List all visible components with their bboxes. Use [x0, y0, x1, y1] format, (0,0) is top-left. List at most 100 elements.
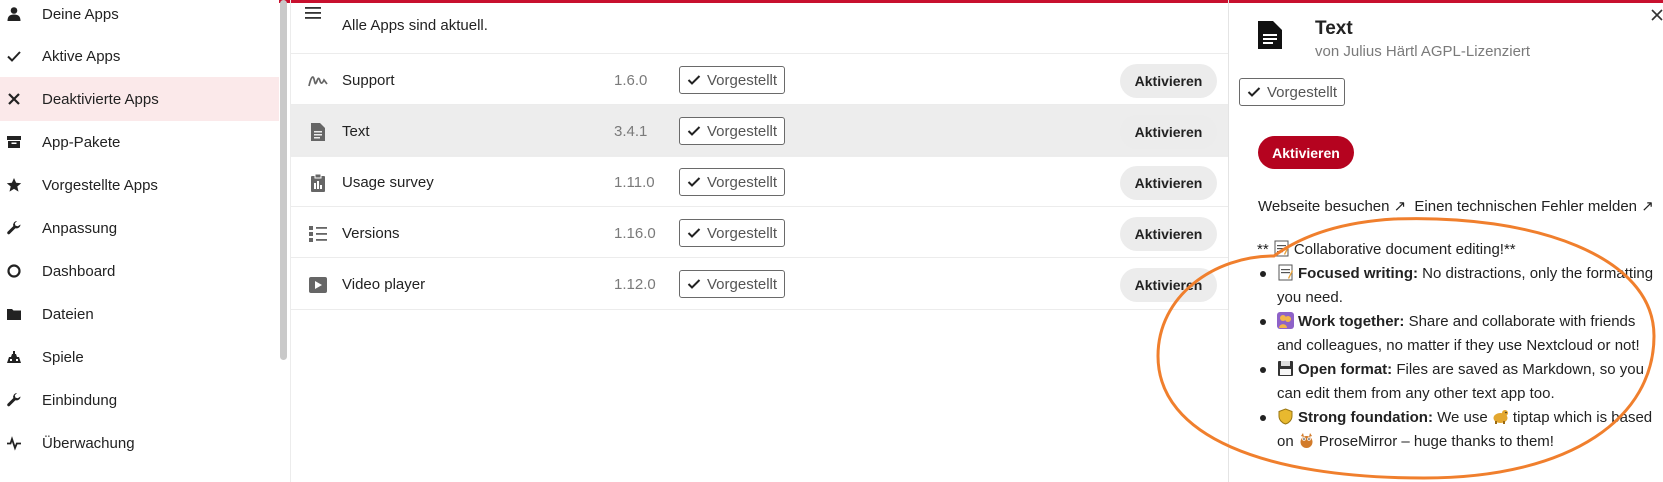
app-name[interactable]: Text: [342, 123, 370, 140]
app-name[interactable]: Versions: [342, 225, 400, 242]
badge-label: Vorgestellt: [707, 224, 778, 242]
app-version: 1.11.0: [614, 174, 655, 191]
app-author-license: von Julius Härtl AGPL-Lizenziert: [1315, 43, 1531, 60]
app-name[interactable]: Support: [342, 72, 395, 89]
app-version: 1.16.0: [614, 225, 656, 242]
visit-website-link[interactable]: Webseite besuchen ↗: [1258, 198, 1406, 215]
feature-item: Strong foundation: We use tiptap which i…: [1257, 406, 1657, 454]
sidebar-item-label: Aktive Apps: [42, 47, 121, 65]
sidebar-item-dashboard[interactable]: Dashboard: [0, 249, 279, 293]
circle-icon: [5, 262, 23, 280]
featured-badge: Vorgestellt: [1239, 78, 1346, 106]
sidebar-item-label: App-Pakete: [42, 133, 121, 151]
sidebar-item-dateien[interactable]: Dateien: [0, 292, 279, 336]
app-version: 1.12.0: [614, 276, 656, 293]
sidebar-item-label: Anpassung: [42, 219, 118, 237]
feature-text: ProseMirror – huge thanks to them!: [1318, 433, 1554, 450]
sidebar-item-deaktivierte-apps[interactable]: Deaktivierte Apps: [0, 77, 279, 121]
folder-icon: [5, 305, 23, 323]
detail-links: Webseite besuchen ↗ Einen technischen Fe…: [1258, 197, 1658, 215]
sidebar-item-label: Spiele: [42, 348, 84, 366]
document-icon: [1256, 20, 1284, 50]
activate-button[interactable]: Aktivieren: [1120, 115, 1217, 149]
sidebar-item-app-pakete[interactable]: App-Pakete: [0, 120, 279, 164]
signature-icon: [308, 71, 328, 91]
feature-title: Strong foundation:: [1298, 409, 1433, 426]
feature-title: Work together:: [1298, 313, 1405, 330]
featured-badge: Vorgestellt: [679, 270, 786, 298]
app-row-text[interactable]: Text 3.4.1 Vorgestellt Aktivieren: [291, 104, 1228, 157]
clipboard-icon: [308, 173, 328, 193]
app-detail-panel: Text von Julius Härtl AGPL-Lizenziert Vo…: [1229, 0, 1663, 482]
sidebar-item-ueberwachung[interactable]: Überwachung: [0, 421, 279, 465]
check-icon: [1247, 87, 1261, 97]
close-icon[interactable]: [1650, 8, 1663, 22]
app-row-video-player[interactable]: Video player 1.12.0 Vorgestellt Aktivier…: [291, 257, 1228, 310]
user-icon: [5, 5, 23, 23]
update-status: Alle Apps sind aktuell.: [342, 17, 488, 34]
featured-badge: Vorgestellt: [679, 168, 786, 196]
app-version: 3.4.1: [614, 123, 648, 140]
featured-badge: Vorgestellt: [679, 219, 786, 247]
check-icon: [687, 75, 701, 85]
feature-item: Work together: Share and collaborate wit…: [1257, 310, 1657, 358]
badge-label: Vorgestellt: [707, 173, 778, 191]
sidebar-scrollbar[interactable]: [280, 0, 287, 360]
description-intro: ** Collaborative document editing!**: [1257, 238, 1516, 262]
app-list: Alle Apps sind aktuell. Support 1.6.0 Vo…: [291, 0, 1228, 482]
app-version: 1.6.0: [614, 72, 648, 89]
feature-title: Focused writing:: [1298, 265, 1418, 282]
app-title: Text: [1315, 18, 1353, 39]
intro-prefix: **: [1257, 241, 1273, 258]
sidebar-item-deine-apps[interactable]: Deine Apps: [0, 0, 279, 36]
badge-label: Vorgestellt: [707, 122, 778, 140]
list-icon: [308, 224, 328, 244]
prosemirror-emoji-icon: [1300, 433, 1313, 448]
sidebar-item-label: Dashboard: [42, 262, 116, 280]
shield-emoji-icon: [1278, 408, 1293, 425]
memo-emoji-icon: [1278, 264, 1293, 281]
sidebar-item-einbindung[interactable]: Einbindung: [0, 378, 279, 422]
feature-item: Focused writing: No distractions, only t…: [1257, 262, 1657, 310]
sidebar-item-spiele[interactable]: Spiele: [0, 335, 279, 379]
sidebar-item-aktive-apps[interactable]: Aktive Apps: [0, 34, 279, 78]
app-row-support[interactable]: Support 1.6.0 Vorgestellt Aktivieren: [291, 53, 1228, 106]
feature-title: Open format:: [1298, 361, 1393, 378]
check-icon: [687, 177, 701, 187]
menu-toggle-icon[interactable]: [305, 6, 321, 19]
star-icon: [5, 176, 23, 194]
badge-label: Vorgestellt: [707, 275, 778, 293]
check-icon: [687, 228, 701, 238]
badge-label: Vorgestellt: [707, 71, 778, 89]
check-icon: [5, 47, 23, 65]
document-icon: [308, 122, 328, 142]
check-icon: [687, 279, 701, 289]
activate-button[interactable]: Aktivieren: [1120, 217, 1217, 251]
app-row-usage-survey[interactable]: Usage survey 1.11.0 Vorgestellt Aktivier…: [291, 155, 1228, 208]
activate-button[interactable]: Aktivieren: [1258, 136, 1354, 169]
gamepad-icon: [5, 348, 23, 366]
sidebar-item-label: Dateien: [42, 305, 94, 323]
badge-label: Vorgestellt: [1267, 83, 1338, 101]
memo-emoji-icon: [1274, 240, 1289, 257]
app-name[interactable]: Video player: [342, 276, 425, 293]
check-icon: [687, 126, 701, 136]
sidebar-item-label: Vorgestellte Apps: [42, 176, 158, 194]
app-row-versions[interactable]: Versions 1.16.0 Vorgestellt Aktivieren: [291, 206, 1228, 259]
sidebar-item-anpassung[interactable]: Anpassung: [0, 206, 279, 250]
sidebar-item-label: Deaktivierte Apps: [42, 90, 159, 108]
pulse-icon: [5, 434, 23, 452]
app-name[interactable]: Usage survey: [342, 174, 434, 191]
activate-button[interactable]: Aktivieren: [1120, 166, 1217, 200]
report-bug-link[interactable]: Einen technischen Fehler melden ↗: [1414, 198, 1653, 215]
wrench-icon: [5, 391, 23, 409]
sidebar-item-vorgestellte-apps[interactable]: Vorgestellte Apps: [0, 163, 279, 207]
activate-button[interactable]: Aktivieren: [1120, 64, 1217, 98]
feature-list: Focused writing: No distractions, only t…: [1257, 262, 1657, 454]
wrench-icon: [5, 219, 23, 237]
app-categories-sidebar: Deine Apps Aktive Apps Deaktivierte Apps…: [0, 0, 279, 482]
activate-button[interactable]: Aktivieren: [1120, 268, 1217, 302]
intro-text: Collaborative document editing!**: [1293, 241, 1516, 258]
sidebar-item-label: Überwachung: [42, 434, 135, 452]
archive-icon: [5, 133, 23, 151]
